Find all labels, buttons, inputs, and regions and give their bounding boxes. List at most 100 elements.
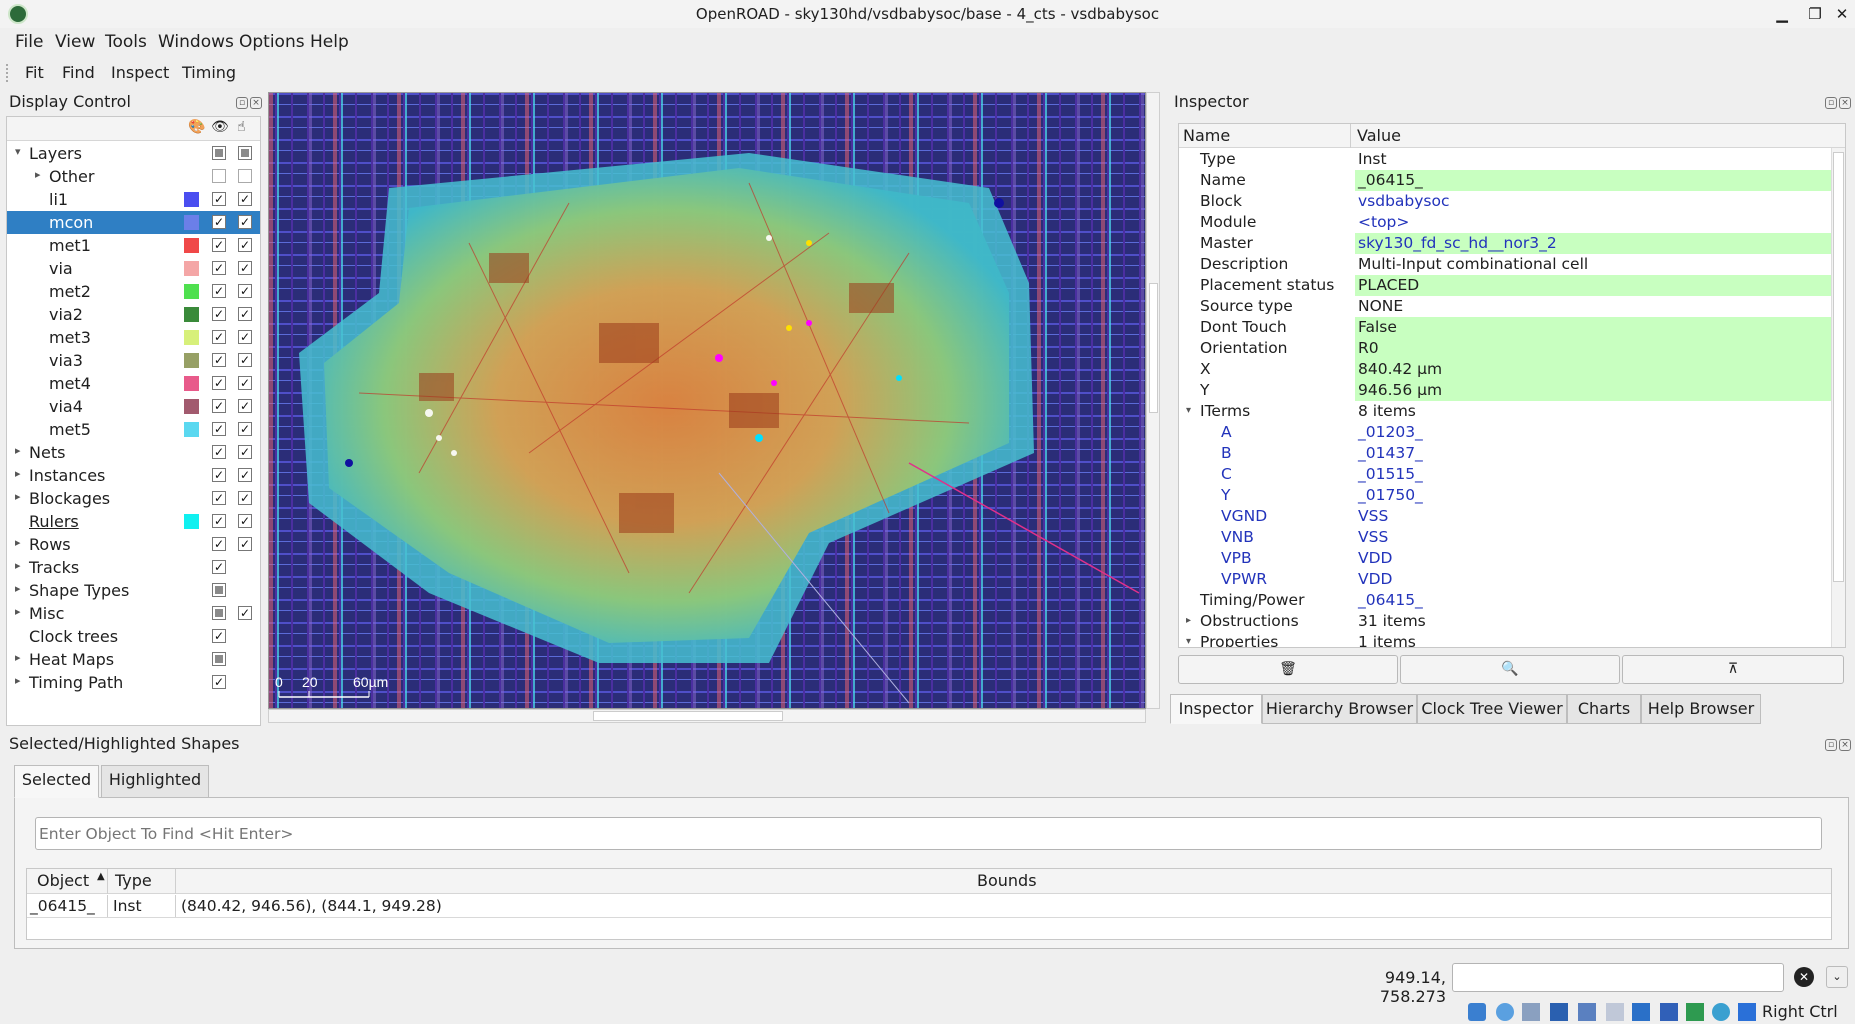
column-bounds[interactable]: Bounds: [977, 871, 1037, 890]
chevron-right-icon[interactable]: ▸: [1186, 615, 1191, 626]
layer-row[interactable]: via2 ✓ ✓: [7, 303, 260, 326]
chevron-right-icon[interactable]: ▸: [15, 582, 21, 595]
visible-checkbox[interactable]: ✓: [212, 261, 226, 275]
visible-checkbox[interactable]: ✓: [212, 399, 226, 413]
tray-icon[interactable]: [1522, 1003, 1540, 1021]
tray-icon[interactable]: [1632, 1003, 1650, 1021]
property-row[interactable]: VNB VSS: [1179, 527, 1831, 548]
column-name[interactable]: Name: [1183, 126, 1230, 145]
selectable-checkbox[interactable]: ✓: [238, 192, 252, 206]
tab-charts[interactable]: Charts: [1567, 694, 1641, 724]
selectable-checkbox[interactable]: ✓: [238, 307, 252, 321]
menu-options[interactable]: Options: [239, 32, 305, 52]
selectable-checkbox[interactable]: [238, 146, 252, 160]
visible-checkbox[interactable]: ✓: [212, 675, 226, 689]
tab-highlighted[interactable]: Highlighted: [101, 765, 209, 798]
chevron-down-icon[interactable]: ▾: [15, 145, 21, 158]
close-window-icon[interactable]: ✕: [1832, 4, 1852, 24]
property-row[interactable]: Source type NONE: [1179, 296, 1831, 317]
float-icon[interactable]: ▫: [1825, 739, 1837, 751]
layer-row[interactable]: mcon ✓ ✓: [7, 211, 260, 234]
layer-row[interactable]: met2 ✓ ✓: [7, 280, 260, 303]
layer-row[interactable]: ▸ Instances ✓ ✓: [7, 464, 260, 487]
minimize-icon[interactable]: ▁: [1772, 4, 1792, 24]
layer-color-swatch[interactable]: [184, 376, 199, 391]
layer-color-swatch[interactable]: [184, 284, 199, 299]
property-row[interactable]: VPWR VDD: [1179, 569, 1831, 590]
inspect-button[interactable]: Inspect: [111, 63, 169, 82]
property-row[interactable]: Description Multi-Input combinational cel…: [1179, 254, 1831, 275]
visible-checkbox[interactable]: ✓: [212, 445, 226, 459]
visible-checkbox[interactable]: [212, 169, 226, 183]
property-row[interactable]: ▾ ITerms 8 items: [1179, 401, 1831, 422]
tray-icon[interactable]: [1738, 1003, 1756, 1021]
menu-file[interactable]: File: [15, 32, 43, 52]
visible-checkbox[interactable]: [212, 652, 226, 666]
chevron-right-icon[interactable]: ▸: [35, 168, 41, 181]
layer-row[interactable]: met1 ✓ ✓: [7, 234, 260, 257]
selectable-checkbox[interactable]: ✓: [238, 238, 252, 252]
tray-icon[interactable]: [1606, 1003, 1624, 1021]
property-row[interactable]: C _01515_: [1179, 464, 1831, 485]
property-row[interactable]: Module <top>: [1179, 212, 1831, 233]
visible-checkbox[interactable]: ✓: [212, 238, 226, 252]
layer-row[interactable]: ▸ Other: [7, 165, 260, 188]
selectable-checkbox[interactable]: [238, 169, 252, 183]
fit-button[interactable]: Fit: [25, 63, 44, 82]
tray-icon[interactable]: [1660, 1003, 1678, 1021]
selectable-checkbox[interactable]: ✓: [238, 284, 252, 298]
selectable-checkbox[interactable]: ✓: [238, 537, 252, 551]
chevron-right-icon[interactable]: ▸: [15, 444, 21, 457]
tray-icon[interactable]: [1578, 1003, 1596, 1021]
property-row[interactable]: Orientation R0: [1179, 338, 1831, 359]
layer-row[interactable]: ▸ Timing Path ✓: [7, 671, 260, 694]
property-row[interactable]: A _01203_: [1179, 422, 1831, 443]
property-row[interactable]: Y _01750_: [1179, 485, 1831, 506]
layout-vertical-scrollbar[interactable]: [1146, 92, 1160, 709]
layer-row[interactable]: ▸ Misc ✓: [7, 602, 260, 625]
layer-row[interactable]: via4 ✓ ✓: [7, 395, 260, 418]
layer-color-swatch[interactable]: [184, 353, 199, 368]
layer-color-swatch[interactable]: [184, 215, 199, 230]
command-options-icon[interactable]: ⌄: [1826, 966, 1848, 988]
chevron-right-icon[interactable]: ▸: [15, 605, 21, 618]
find-object-input[interactable]: [35, 817, 1822, 850]
layout-view[interactable]: 0 20 60µm: [268, 92, 1146, 709]
column-value[interactable]: Value: [1357, 126, 1401, 145]
tab-inspector[interactable]: Inspector: [1170, 694, 1262, 724]
layer-color-swatch[interactable]: [184, 399, 199, 414]
property-row[interactable]: B _01437_: [1179, 443, 1831, 464]
close-dock-icon[interactable]: ×: [1839, 739, 1851, 751]
selectable-checkbox[interactable]: ✓: [238, 491, 252, 505]
layer-color-swatch[interactable]: [184, 307, 199, 322]
layer-color-swatch[interactable]: [184, 238, 199, 253]
layer-color-swatch[interactable]: [184, 514, 199, 529]
property-row[interactable]: VGND VSS: [1179, 506, 1831, 527]
visible-checkbox[interactable]: [212, 583, 226, 597]
property-row[interactable]: X 840.42 µm: [1179, 359, 1831, 380]
layer-color-swatch[interactable]: [184, 261, 199, 276]
menu-view[interactable]: View: [55, 32, 95, 52]
close-dock-icon[interactable]: ×: [250, 97, 262, 109]
layer-row[interactable]: met5 ✓ ✓: [7, 418, 260, 441]
layer-row[interactable]: met3 ✓ ✓: [7, 326, 260, 349]
layer-row[interactable]: ▸ Tracks ✓: [7, 556, 260, 579]
visible-checkbox[interactable]: ✓: [212, 307, 226, 321]
horizontal-scroll-handle[interactable]: [593, 711, 783, 721]
clear-command-icon[interactable]: ✕: [1794, 967, 1814, 987]
layer-row[interactable]: ▸ Nets ✓ ✓: [7, 441, 260, 464]
toolbar-grip[interactable]: [6, 64, 9, 82]
column-object[interactable]: Object: [37, 871, 89, 890]
table-row[interactable]: _06415_ Inst (840.42, 946.56), (844.1, 9…: [27, 895, 1831, 917]
property-row[interactable]: Timing/Power _06415_: [1179, 590, 1831, 611]
visible-checkbox[interactable]: ✓: [212, 514, 226, 528]
property-row[interactable]: Y 946.56 µm: [1179, 380, 1831, 401]
property-row[interactable]: Dont Touch False: [1179, 317, 1831, 338]
property-value[interactable]: vsdbabysoc: [1355, 191, 1831, 212]
chevron-down-icon[interactable]: ▾: [1186, 405, 1191, 416]
selectable-checkbox[interactable]: ✓: [238, 215, 252, 229]
selectable-checkbox[interactable]: ✓: [238, 376, 252, 390]
visible-checkbox[interactable]: ✓: [212, 330, 226, 344]
property-row[interactable]: Name _06415_: [1179, 170, 1831, 191]
float-icon[interactable]: ▫: [236, 97, 248, 109]
